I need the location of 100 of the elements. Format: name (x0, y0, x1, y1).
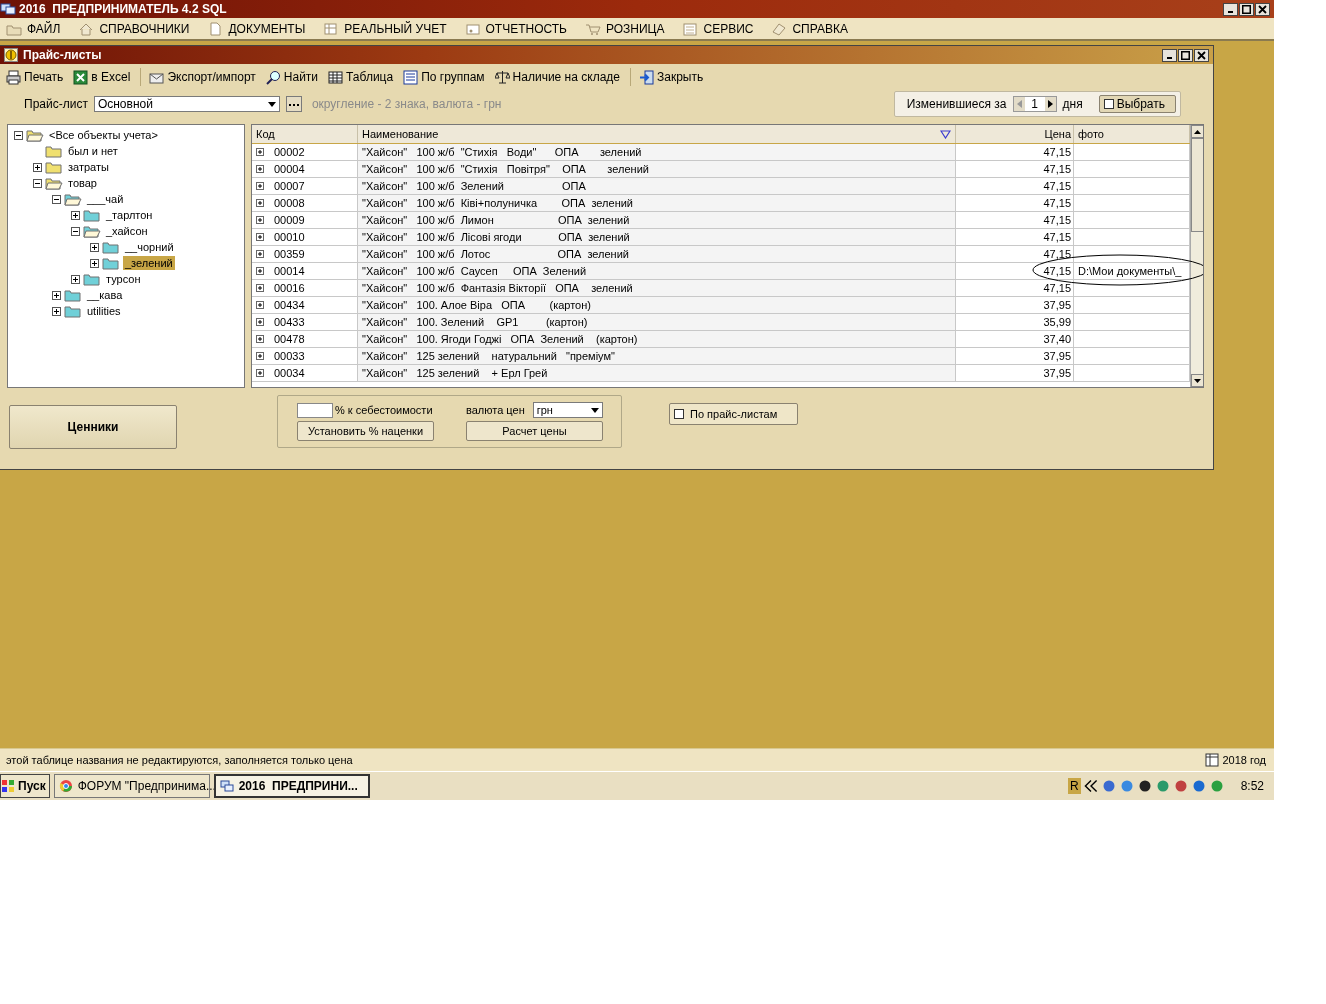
expand-icon[interactable] (256, 335, 264, 343)
folder-icon (45, 160, 63, 174)
percent-field[interactable] (297, 402, 333, 418)
toolbar-button[interactable]: Печать (4, 69, 72, 85)
tree-item[interactable]: utilities (85, 304, 123, 318)
toolbar-button[interactable]: Найти (263, 69, 327, 85)
scroll-up-button[interactable] (1191, 125, 1203, 138)
collapse-icon[interactable] (52, 194, 61, 204)
expand-icon[interactable] (90, 258, 99, 268)
table-cell: 37,40 (956, 331, 1074, 347)
scroll-thumb[interactable] (1191, 138, 1203, 232)
menu-item[interactable]: РЕАЛЬНЫЙ УЧЕТ (317, 21, 459, 36)
toolbar-button[interactable]: Закрыть (637, 69, 712, 85)
expand-icon[interactable] (52, 306, 61, 316)
tree-item[interactable]: _тарлтон (104, 208, 155, 222)
select-toggle-button[interactable]: Выбрать (1098, 95, 1176, 113)
menu-item[interactable]: СЕРВИС (676, 21, 766, 36)
tree-item[interactable]: __кава (85, 288, 125, 302)
toolbar-button[interactable]: По группам (401, 69, 493, 85)
column-header[interactable]: Код (252, 125, 358, 143)
table-cell: 47,15 (956, 195, 1074, 211)
folder-icon (64, 288, 82, 302)
scroll-down-button[interactable] (1191, 374, 1203, 387)
expand-icon[interactable] (90, 242, 99, 252)
expand-icon[interactable] (256, 284, 264, 292)
price-list-dropdown[interactable]: Основной (93, 96, 280, 112)
tree-item[interactable]: турсон (104, 272, 143, 286)
table-cell: "Хайсон" 125 зелений натуральний "преміум" (358, 348, 956, 364)
minimize-button[interactable] (1162, 48, 1177, 62)
column-header[interactable]: Цена (956, 125, 1074, 143)
toolbar-button[interactable]: Таблица (326, 69, 402, 85)
table-cell: 37,95 (956, 365, 1074, 381)
expand-icon[interactable] (256, 352, 264, 360)
menu-item[interactable]: ОТЧЕТНОСТЬ (458, 21, 579, 36)
taskbar-button[interactable]: 2016 ПРЕДПРИНИ... (213, 774, 370, 798)
menu-item[interactable]: СПРАВОЧНИКИ (72, 21, 202, 36)
currency-dropdown[interactable]: грн (532, 402, 603, 418)
expand-icon[interactable] (33, 162, 42, 172)
tree-item[interactable]: _зелений (123, 256, 175, 270)
close-button[interactable] (1255, 2, 1270, 16)
price-lists-checkbox[interactable]: По прайс-листам (669, 403, 799, 425)
down-arrow-icon (1194, 378, 1201, 383)
start-button[interactable]: Пуск (0, 774, 50, 798)
minimize-icon (1228, 11, 1233, 13)
expand-icon[interactable] (256, 199, 264, 207)
expand-icon[interactable] (256, 301, 264, 309)
calculator-icon (682, 21, 699, 36)
browse-button[interactable] (285, 96, 302, 112)
menu-item[interactable]: ДОКУМЕНТЫ (201, 21, 318, 36)
tree-item[interactable]: <Все объекты учета> (47, 128, 160, 142)
collapse-icon[interactable] (33, 178, 42, 188)
tree-item[interactable]: _хайсон (104, 224, 150, 238)
filter-label: Изменившиеся за (906, 97, 1007, 111)
maximize-button[interactable] (1239, 2, 1254, 16)
close-button[interactable] (1194, 48, 1209, 62)
collapse-icon[interactable] (71, 226, 80, 236)
exit-icon (639, 69, 654, 85)
collapse-icon[interactable] (14, 130, 23, 140)
expand-icon[interactable] (256, 369, 264, 377)
expand-icon[interactable] (52, 290, 61, 300)
report-icon (464, 21, 481, 36)
column-header[interactable]: Наименование (358, 125, 956, 143)
expand-icon[interactable] (256, 267, 264, 275)
tree-item[interactable]: товар (66, 176, 99, 190)
table-cell: 47,15 (956, 263, 1074, 279)
expand-icon[interactable] (256, 182, 264, 190)
expand-icon[interactable] (256, 233, 264, 241)
toolbar-button[interactable]: в Excel (71, 69, 139, 85)
calculate-price-button[interactable]: Расчет цены (466, 421, 603, 441)
table-cell: "Хайсон" 100 ж/б Ківі+полуничка ОПА зелений (358, 195, 956, 211)
expand-icon[interactable] (256, 216, 264, 224)
folder-icon (83, 272, 101, 286)
open-folder-icon (26, 128, 44, 142)
menu-item[interactable]: ФАЙЛ (0, 21, 73, 36)
toolbar-button[interactable]: Наличие на складе (492, 69, 628, 85)
expand-icon[interactable] (256, 165, 264, 173)
toolbar-button[interactable]: Экспорт/импорт (147, 69, 264, 85)
language-indicator[interactable]: R (1067, 778, 1081, 794)
tree-item[interactable]: был и нет (66, 144, 120, 158)
expand-icon[interactable] (71, 210, 80, 220)
expand-icon[interactable] (256, 318, 264, 326)
checkbox[interactable] (674, 409, 684, 419)
set-markup-button[interactable]: Установить % наценки (297, 421, 434, 441)
tree-item[interactable]: __чорний (123, 240, 176, 254)
minimize-button[interactable] (1223, 2, 1238, 16)
table-cell: 47,15 (956, 246, 1074, 262)
cart-icon (585, 21, 601, 36)
price-tags-button[interactable]: Ценники (9, 405, 177, 449)
chevron-icon[interactable] (1082, 779, 1099, 793)
expand-icon[interactable] (256, 250, 264, 258)
checkbox[interactable] (1103, 99, 1114, 109)
tree-item[interactable]: ___чай (85, 192, 126, 206)
expand-icon[interactable] (256, 148, 264, 156)
field-label: % к себестоимости (335, 404, 433, 416)
menu-item[interactable]: РОЗНИЦА (579, 21, 677, 36)
tree-item[interactable]: затраты (66, 160, 111, 174)
menu-item[interactable]: СПРАВКА (765, 21, 860, 36)
table-cell: "Хайсон" 100. Ягоди Годжі ОПА Зелений (картон) (358, 331, 956, 347)
expand-icon[interactable] (71, 274, 80, 284)
maximize-button[interactable] (1178, 48, 1193, 62)
